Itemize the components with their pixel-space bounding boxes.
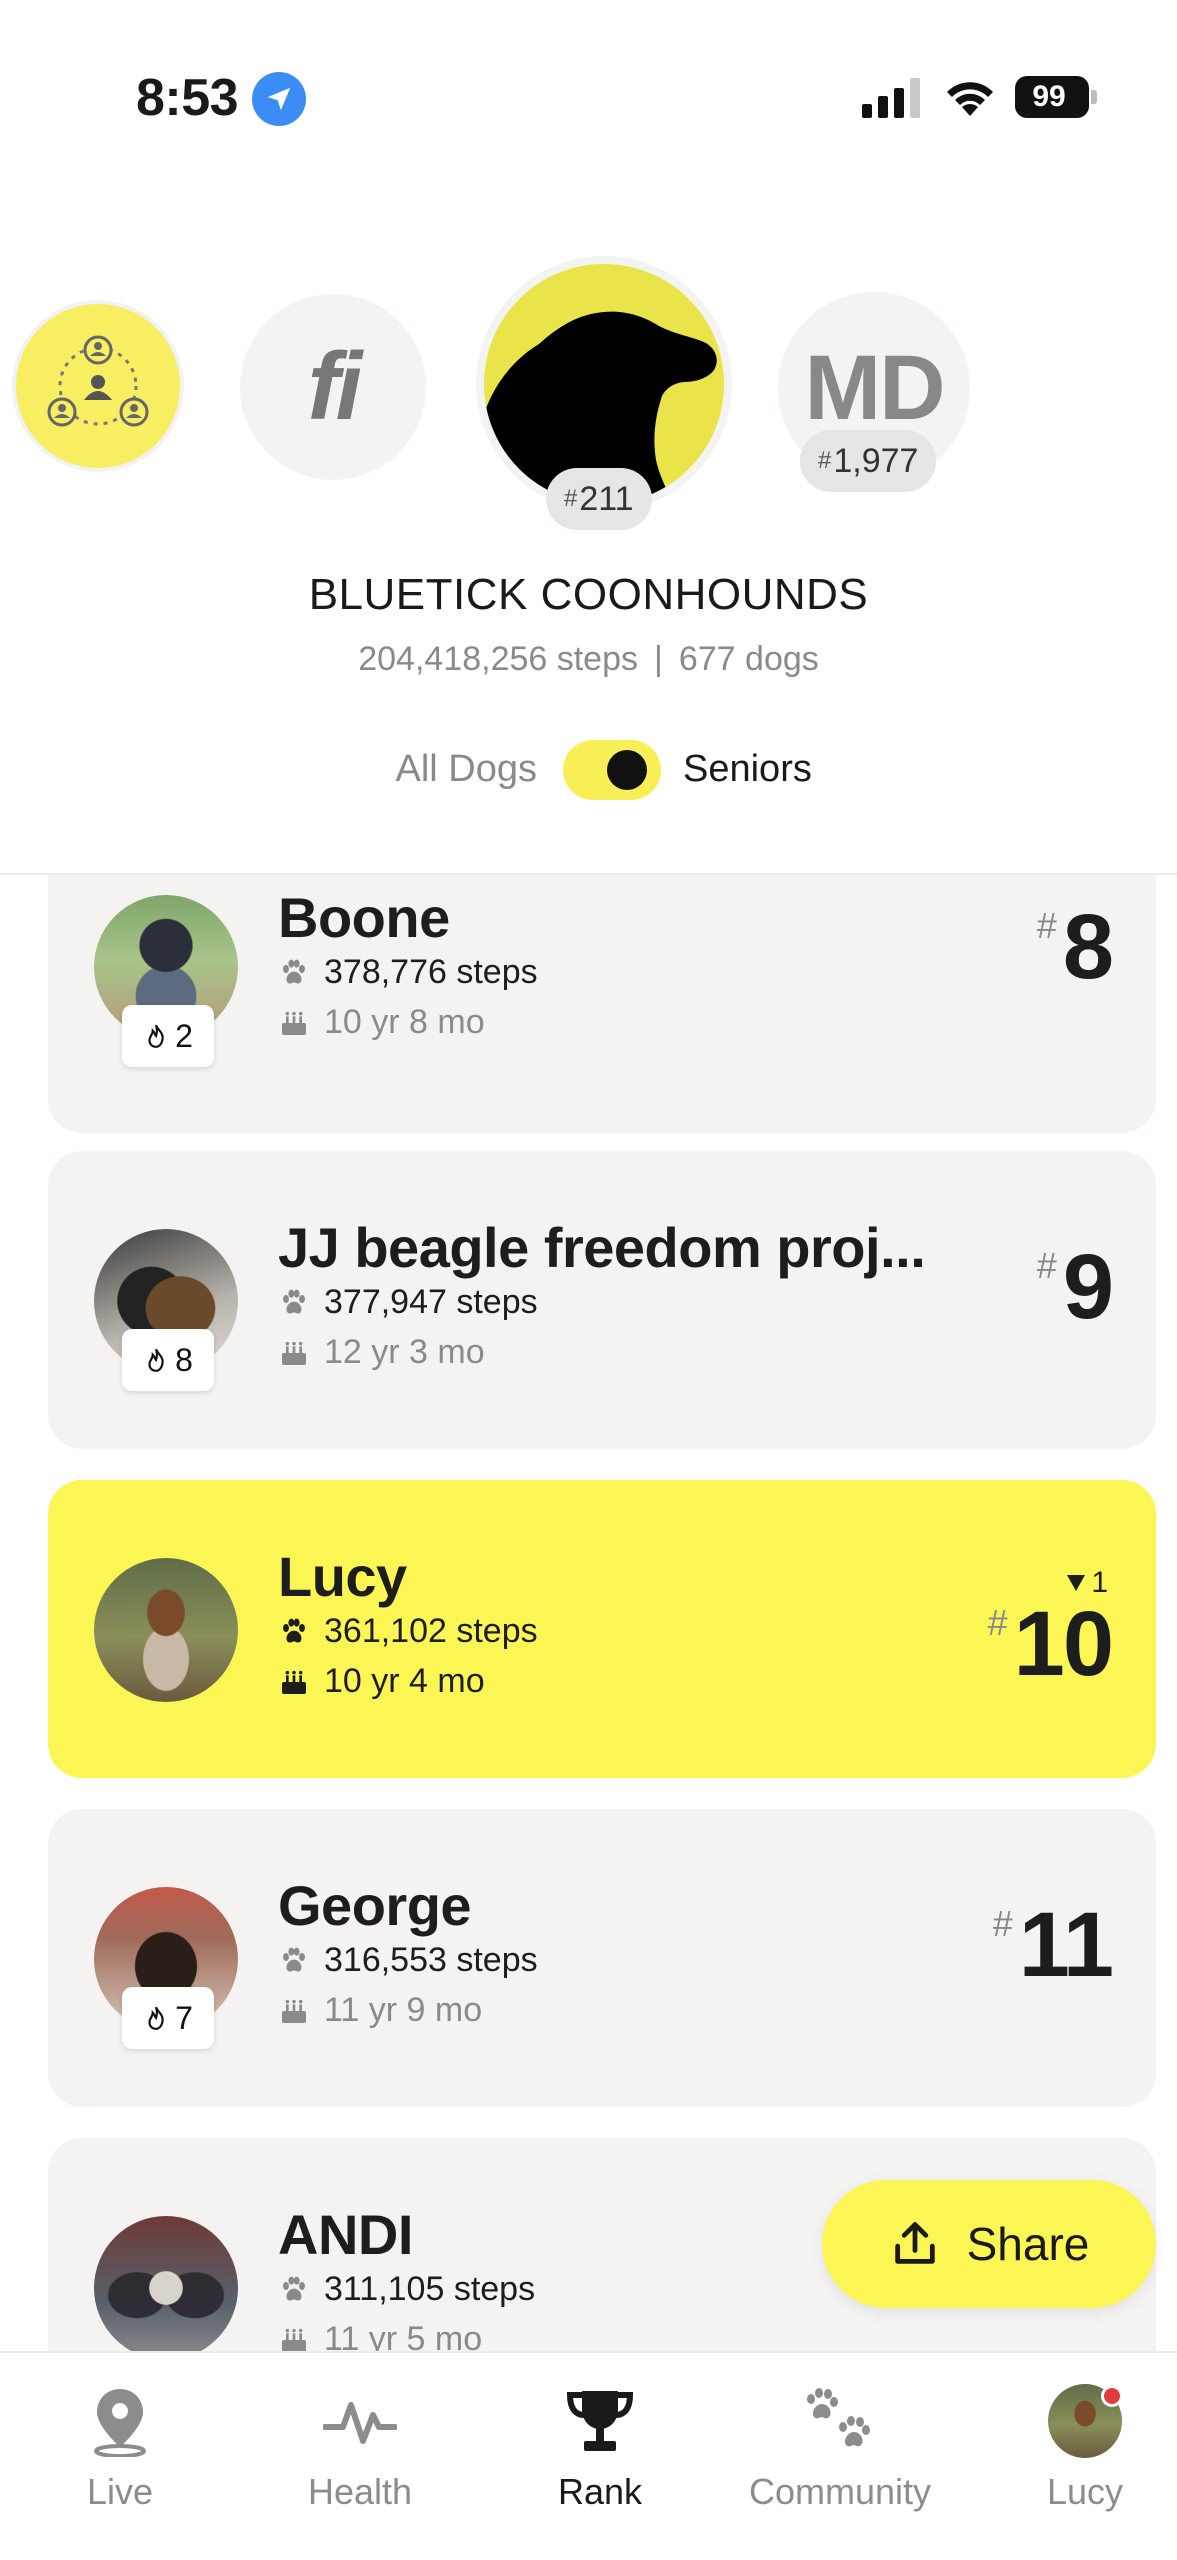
tab-lucy[interactable]: Lucy bbox=[975, 2381, 1177, 2521]
dog-avatar bbox=[94, 2216, 238, 2351]
status-bar: 8:53 99 bbox=[0, 0, 1177, 200]
paw-icon bbox=[283, 959, 305, 984]
dog-avatar bbox=[94, 1558, 238, 1702]
flame-icon bbox=[148, 1348, 164, 1372]
cellular-signal-icon bbox=[862, 78, 920, 118]
streak-badge: 8 bbox=[122, 1329, 214, 1391]
rank-number: #9 bbox=[1036, 1236, 1114, 1338]
tab-live[interactable]: Live bbox=[10, 2381, 230, 2521]
dog-steps: 316,553 steps bbox=[278, 1941, 538, 1980]
map-pin-icon bbox=[94, 2389, 146, 2457]
dog-name: ANDI bbox=[278, 2203, 413, 2266]
streak-badge: 7 bbox=[122, 1987, 214, 2049]
seniors-label[interactable]: Seniors bbox=[683, 748, 812, 791]
cake-icon bbox=[282, 2328, 306, 2351]
leaderboard-row[interactable]: 2 Boone 378,776 steps 10 yr 8 mo #8 bbox=[48, 875, 1156, 1133]
dog-age: 12 yr 3 mo bbox=[278, 1333, 485, 1372]
breed-dogs-count: 677 dogs bbox=[678, 640, 819, 678]
dog-age: 10 yr 8 mo bbox=[278, 1003, 485, 1042]
tab-health-label: Health bbox=[307, 2471, 413, 2512]
leaderboard-row-current-dog[interactable]: Lucy 361,102 steps 10 yr 4 mo 1 #10 bbox=[48, 1480, 1156, 1778]
battery-level: 99 bbox=[1015, 76, 1089, 118]
share-label: Share bbox=[966, 2218, 1090, 2270]
tab-rank-label: Rank bbox=[557, 2471, 643, 2512]
paw-icon bbox=[283, 1947, 305, 1972]
cake-icon bbox=[282, 1670, 306, 1694]
fi-logo: fi bbox=[307, 333, 363, 440]
age-filter: All Dogs Seniors bbox=[0, 738, 1177, 804]
team-fi-button[interactable]: fi bbox=[240, 294, 426, 480]
flame-icon bbox=[148, 2006, 164, 2030]
all-dogs-label[interactable]: All Dogs bbox=[396, 748, 538, 791]
tab-community[interactable]: Community bbox=[730, 2381, 950, 2521]
leaderboard-list[interactable]: 2 Boone 378,776 steps 10 yr 8 mo #8 8 JJ… bbox=[0, 875, 1177, 2351]
md-label: MD bbox=[804, 336, 945, 439]
team-selector: fi #211 MD #1,977 bbox=[0, 256, 1177, 530]
battery-icon: 99 bbox=[1015, 76, 1097, 118]
team-all-button[interactable] bbox=[12, 300, 184, 472]
paw-icon bbox=[283, 2276, 305, 2301]
dog-steps: 311,105 steps bbox=[278, 2270, 535, 2309]
flame-icon bbox=[148, 1024, 164, 1048]
dog-name: JJ beagle freedom proj... bbox=[278, 1216, 926, 1279]
leaderboard-row[interactable]: 7 George 316,553 steps 11 yr 9 mo #11 bbox=[48, 1809, 1156, 2107]
dog-age: 11 yr 9 mo bbox=[278, 1991, 482, 2030]
trophy-icon bbox=[566, 2391, 634, 2451]
breed-rank-badge: #211 bbox=[546, 468, 652, 530]
cake-icon bbox=[282, 1341, 306, 1365]
leaderboard-row[interactable]: 8 JJ beagle freedom proj... 377,947 step… bbox=[48, 1151, 1156, 1449]
rank-number: #8 bbox=[1036, 896, 1114, 998]
dog-steps: 378,776 steps bbox=[278, 953, 538, 992]
cake-icon bbox=[282, 1999, 306, 2023]
rank-number: #10 bbox=[987, 1593, 1114, 1695]
location-arrow-icon bbox=[252, 72, 306, 126]
rank-number: #11 bbox=[992, 1894, 1114, 1996]
tab-lucy-label: Lucy bbox=[1046, 2471, 1124, 2512]
share-icon bbox=[894, 2222, 935, 2264]
breed-title: BLUETICK COONHOUNDS bbox=[308, 570, 869, 619]
paw-icon bbox=[283, 1289, 305, 1314]
toggle-knob bbox=[607, 750, 647, 790]
share-button[interactable]: Share bbox=[822, 2180, 1156, 2308]
tab-bar: Live Health Rank Community Lucy bbox=[0, 2351, 1177, 2560]
stats-separator: | bbox=[654, 640, 663, 678]
notification-dot bbox=[1101, 2385, 1123, 2407]
streak-badge: 2 bbox=[122, 1005, 214, 1067]
tab-live-label: Live bbox=[86, 2471, 154, 2512]
tab-community-label: Community bbox=[748, 2471, 932, 2512]
dog-age: 11 yr 5 mo bbox=[278, 2320, 482, 2351]
md-rank-badge: #1,977 bbox=[800, 430, 937, 492]
pulse-icon bbox=[323, 2402, 397, 2444]
paw-icon bbox=[283, 1618, 305, 1643]
dog-name: Boone bbox=[278, 886, 450, 949]
breed-stats: 204,418,256 steps | 677 dogs bbox=[0, 640, 1177, 679]
dog-name: Lucy bbox=[278, 1545, 407, 1608]
wifi-icon bbox=[947, 82, 993, 116]
tab-health[interactable]: Health bbox=[250, 2381, 470, 2521]
cake-icon bbox=[282, 1011, 306, 1035]
tab-rank[interactable]: Rank bbox=[490, 2381, 710, 2521]
breed-steps: 204,418,256 steps bbox=[358, 640, 639, 678]
group-icon bbox=[47, 335, 149, 427]
dog-age: 10 yr 4 mo bbox=[278, 1662, 485, 1701]
status-time: 8:53 bbox=[136, 69, 239, 127]
triangle-down-icon bbox=[1067, 1575, 1086, 1591]
dog-name: George bbox=[278, 1874, 472, 1937]
dog-steps: 361,102 steps bbox=[278, 1612, 538, 1651]
seniors-toggle[interactable] bbox=[563, 740, 661, 800]
paws-icon bbox=[807, 2388, 870, 2447]
dog-steps: 377,947 steps bbox=[278, 1283, 538, 1322]
